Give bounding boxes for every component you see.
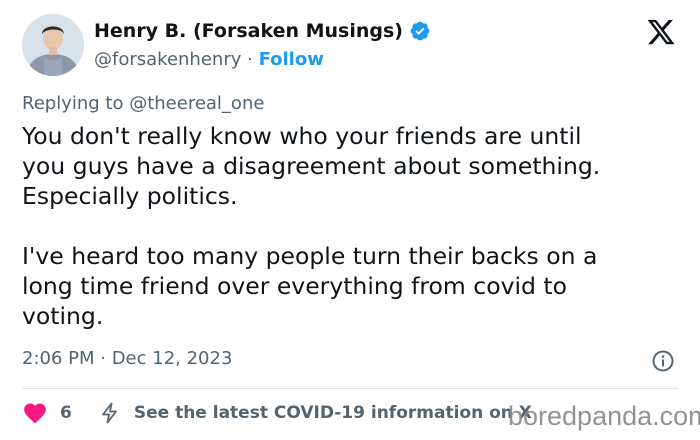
boredpanda-watermark: boredpanda.com [508, 401, 700, 431]
like-count: 6 [60, 403, 72, 423]
lightning-bolt-icon [101, 402, 117, 424]
follow-button[interactable]: Follow [259, 49, 324, 70]
tweet-timestamp[interactable]: 2:06 PM · Dec 12, 2023 [22, 348, 232, 369]
tweet-text: You don't really know who your friends a… [22, 122, 601, 330]
handle-separator: · [247, 49, 253, 70]
replying-to-label: Replying to [22, 93, 130, 114]
author-display-name[interactable]: Henry B. (Forsaken Musings) [94, 20, 403, 42]
author-name-row: Henry B. (Forsaken Musings) [94, 20, 431, 42]
replying-to-mention[interactable]: @theereal_one [129, 93, 264, 114]
avatar-image [22, 14, 84, 76]
info-icon[interactable] [651, 349, 675, 373]
replying-to-line: Replying to @theereal_one [22, 93, 264, 114]
x-logo-icon[interactable] [646, 17, 676, 47]
heart-icon[interactable] [22, 400, 48, 426]
author-handle[interactable]: @forsakenhenry [94, 49, 241, 70]
divider [22, 388, 678, 389]
covid-info-link[interactable]: See the latest COVID-19 information on X [134, 403, 532, 423]
verified-badge-icon [410, 21, 430, 41]
author-handle-row: @forsakenhenry · Follow [94, 49, 324, 70]
avatar[interactable] [22, 14, 84, 76]
